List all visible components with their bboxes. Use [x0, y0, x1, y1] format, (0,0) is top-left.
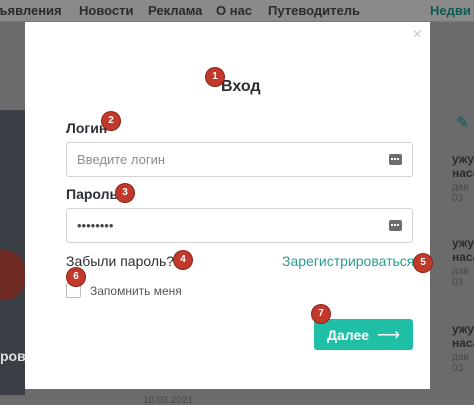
- boat-image: [0, 250, 25, 300]
- marker-3: 3: [116, 184, 134, 202]
- marker-2: 2: [102, 112, 120, 130]
- background-photo: ров: [0, 110, 26, 395]
- nav-item-advertising: Реклама: [148, 3, 203, 18]
- login-input[interactable]: [67, 143, 367, 176]
- submit-button[interactable]: Далее ⟶: [314, 319, 413, 350]
- password-label: Пароль: [66, 186, 119, 202]
- register-link[interactable]: Зарегистрироваться: [282, 253, 414, 269]
- sidebar-news-date: дав 03: [452, 182, 469, 204]
- close-icon[interactable]: ×: [413, 26, 422, 44]
- marker-7: 7: [312, 305, 330, 323]
- login-field[interactable]: [66, 142, 413, 177]
- marker-6: 6: [67, 268, 85, 286]
- submit-label: Далее: [327, 326, 370, 343]
- modal-title: Вход: [221, 78, 261, 95]
- nav-item-ads: ъявления: [0, 3, 62, 18]
- sidebar-news-title: ужу наса: [452, 152, 474, 180]
- keyboard-icon[interactable]: [389, 154, 402, 165]
- password-input[interactable]: [67, 209, 367, 242]
- nav-item-realty: Недви: [430, 3, 471, 18]
- arrow-right-icon: ⟶: [377, 326, 400, 344]
- nav-item-about: О нас: [216, 3, 253, 18]
- password-field[interactable]: [66, 208, 413, 243]
- sidebar-news-date: дав 03: [452, 352, 469, 374]
- nav-item-guide: Путеводитель: [268, 3, 361, 18]
- nav-item-news: Новости: [79, 3, 134, 18]
- background-navbar: ъявления Новости Реклама О нас Путеводит…: [0, 0, 474, 22]
- sidebar-news-date: дав 03: [452, 266, 469, 288]
- marker-5: 5: [414, 254, 432, 272]
- photo-caption: ров: [0, 348, 26, 364]
- background-sidebar: ✎ ужу наса дав 03 ужу наса дав 03 ужу на…: [430, 110, 474, 405]
- marker-4: 4: [174, 251, 192, 269]
- pencil-icon: ✎: [456, 115, 470, 132]
- forgot-password-link[interactable]: Забыли пароль?: [66, 253, 174, 269]
- login-modal: × Вход Логин Пароль Забыли пароль? Зарег…: [25, 22, 430, 389]
- login-label: Логин: [66, 120, 108, 136]
- background-date: 10.03.2021: [143, 395, 194, 405]
- keyboard-icon[interactable]: [389, 220, 402, 231]
- marker-1: 1: [206, 68, 224, 86]
- remember-me-label: Запомнить меня: [90, 283, 182, 298]
- remember-me-checkbox[interactable]: Запомнить меня: [66, 283, 182, 298]
- sidebar-news-title: ужу наса: [452, 236, 474, 264]
- sidebar-news-title: ужу наса: [452, 322, 474, 350]
